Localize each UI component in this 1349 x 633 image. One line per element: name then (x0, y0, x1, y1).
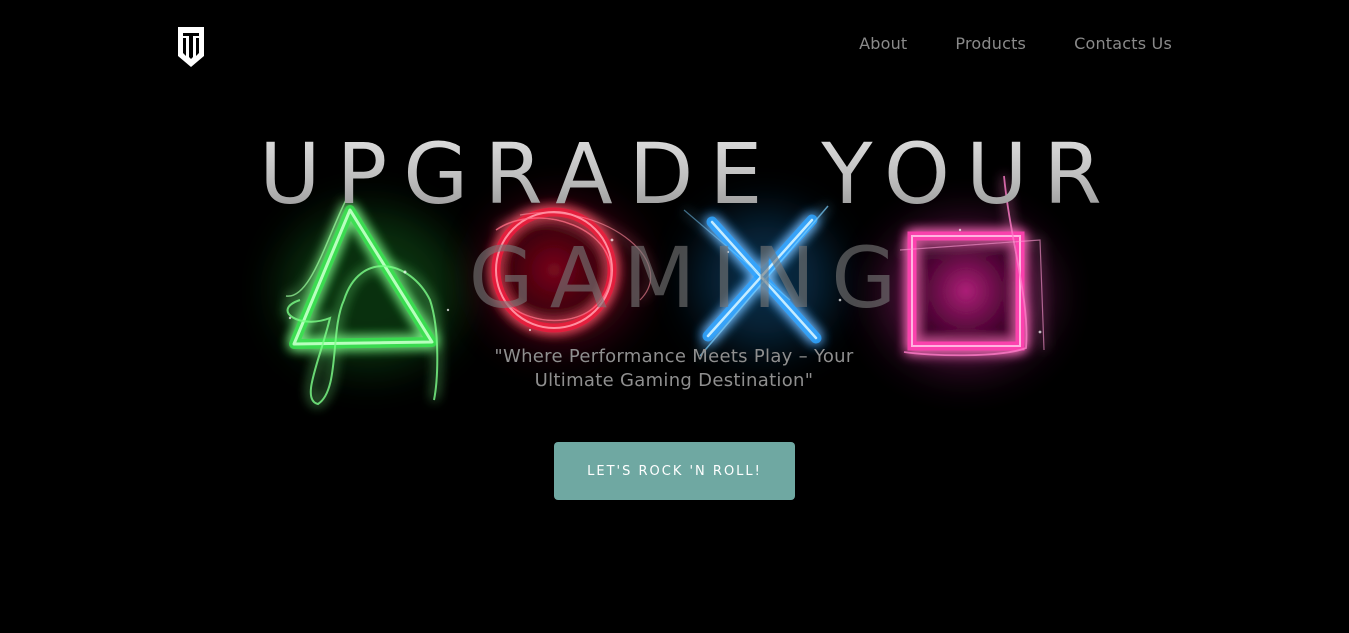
nav-item-contacts[interactable]: Contacts Us (1074, 34, 1172, 54)
nav-item-about[interactable]: About (859, 34, 907, 54)
main-nav: About Products Contacts Us (859, 34, 1172, 54)
hero-tagline: "Where Performance Meets Play – Your Ult… (494, 346, 854, 391)
hero-headline-line2: GAMING (468, 229, 913, 327)
shield-logo-icon[interactable] (176, 26, 206, 68)
landing-page: About Products Contacts Us UPGRADE YOUR … (0, 0, 1349, 633)
hero-headline-line1: UPGRADE YOUR (0, 124, 1349, 224)
nav-item-products[interactable]: Products (955, 34, 1026, 54)
cta-button[interactable]: LET'S ROCK 'N ROLL! (554, 442, 795, 500)
